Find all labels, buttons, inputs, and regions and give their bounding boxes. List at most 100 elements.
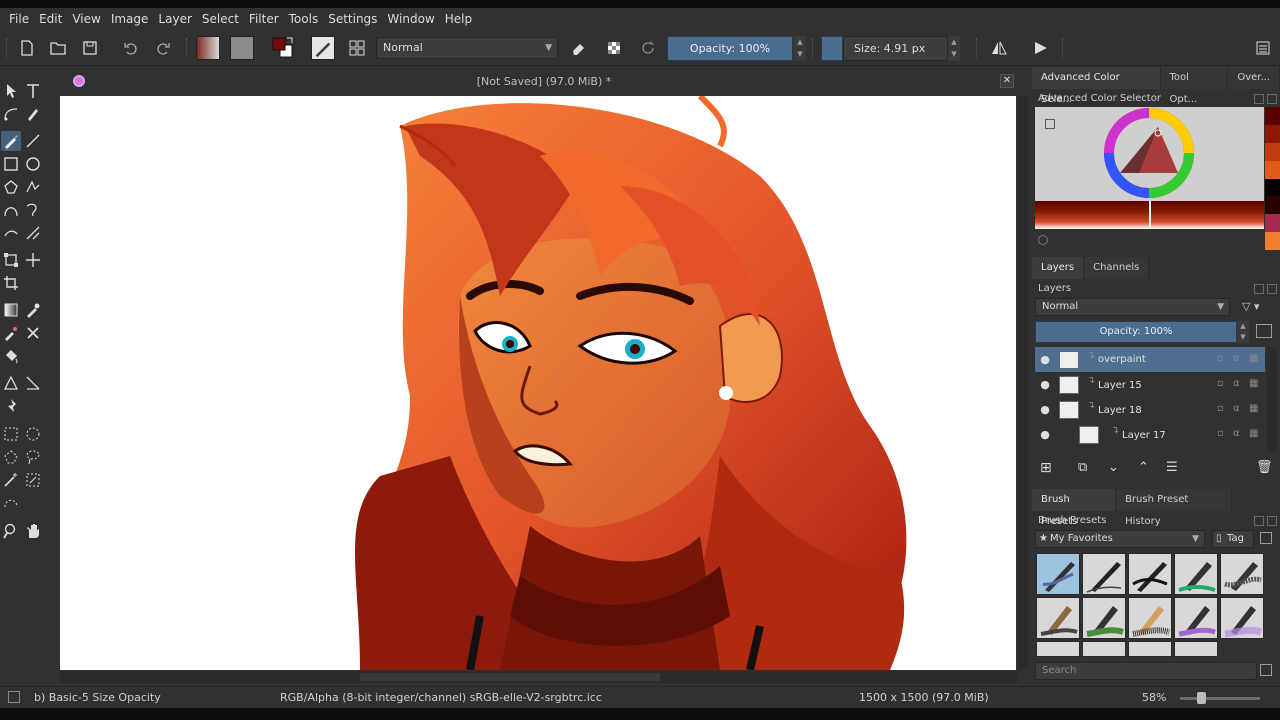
inherit-alpha-icon[interactable]: ▦ xyxy=(1249,378,1258,389)
layer-blend-mode-select[interactable]: Normal ▼ xyxy=(1035,298,1230,316)
menu-edit[interactable]: Edit xyxy=(34,8,67,30)
tab-advanced-color-selector[interactable]: Advanced Color Sele... xyxy=(1032,67,1161,105)
smart-patch-tool[interactable] xyxy=(23,323,43,343)
alpha-icon[interactable]: α xyxy=(1233,378,1240,389)
tab-layers[interactable]: Layers xyxy=(1032,257,1085,279)
rectangular-selection-tool[interactable] xyxy=(1,424,21,444)
similar-selection-tool[interactable] xyxy=(23,470,43,490)
drawing-canvas[interactable] xyxy=(60,96,1016,670)
crop-tool[interactable] xyxy=(1,273,21,293)
freehand-selection-tool[interactable] xyxy=(23,447,43,467)
delete-layer-button[interactable]: 🗑 xyxy=(1256,460,1273,475)
close-document-button[interactable]: ✕ xyxy=(1000,74,1014,88)
layer-properties-button[interactable]: ☰ xyxy=(1166,460,1178,475)
brush-tag-select[interactable]: ★ My Favorites ▼ xyxy=(1035,530,1205,548)
brush-search-input[interactable]: Search xyxy=(1035,662,1257,680)
swatch[interactable] xyxy=(1265,214,1280,233)
opacity-spinner[interactable]: ▲ ▼ xyxy=(794,36,806,61)
eraser-mode-button[interactable] xyxy=(568,36,590,60)
tab-brush-preset-history[interactable]: Brush Preset History xyxy=(1116,489,1232,527)
zoom-tool[interactable] xyxy=(1,521,21,541)
add-layer-button[interactable]: ⊞ xyxy=(1040,460,1052,476)
reference-images-tool[interactable] xyxy=(1,396,21,416)
edit-shapes-tool[interactable] xyxy=(1,104,21,124)
inherit-alpha-icon[interactable]: ▦ xyxy=(1249,403,1258,414)
eye-icon[interactable]: ● xyxy=(1035,353,1055,366)
brush-preset-thumb[interactable] xyxy=(1220,597,1264,639)
eye-icon[interactable]: ● xyxy=(1035,378,1055,391)
zoom-slider-track[interactable] xyxy=(1180,697,1260,700)
brush-preset-thumb[interactable] xyxy=(1174,641,1218,657)
canvas-horizontal-scrollbar[interactable] xyxy=(60,671,1018,683)
brush-settings-button[interactable] xyxy=(346,36,368,60)
calligraphy-tool[interactable] xyxy=(23,104,43,124)
menu-tools[interactable]: Tools xyxy=(284,8,324,30)
polygon-tool[interactable] xyxy=(1,177,21,197)
assistant-tool[interactable] xyxy=(1,373,21,393)
polyline-tool[interactable] xyxy=(23,177,43,197)
swatch[interactable] xyxy=(1265,232,1280,250)
eye-icon[interactable]: ● xyxy=(1035,403,1055,416)
menu-layer[interactable]: Layer xyxy=(153,8,196,30)
brush-preset-thumb[interactable] xyxy=(1174,553,1218,595)
dock-float-button[interactable] xyxy=(1254,94,1264,104)
colorize-mask-tool[interactable] xyxy=(1,323,21,343)
tab-channels[interactable]: Channels xyxy=(1084,257,1150,279)
freehand-brush-tool[interactable] xyxy=(1,131,21,151)
alpha-icon[interactable]: α xyxy=(1233,353,1240,364)
layer-row-layer-17[interactable]: ● ↴ Layer 17 ▫ α ▦ xyxy=(1035,422,1265,447)
inherit-alpha-icon[interactable]: ▦ xyxy=(1249,428,1258,439)
alpha-icon[interactable]: α xyxy=(1233,428,1240,439)
ellipse-tool[interactable] xyxy=(23,154,43,174)
redo-button[interactable] xyxy=(152,36,174,60)
move-layer-up-button[interactable]: ⌃ xyxy=(1138,460,1149,475)
menu-help[interactable]: Help xyxy=(440,8,477,30)
menu-settings[interactable]: Settings xyxy=(323,8,382,30)
brush-preset-thumb[interactable] xyxy=(1082,641,1126,657)
mirror-vertical-button[interactable] xyxy=(1030,36,1052,60)
color-swatches[interactable] xyxy=(1265,107,1280,250)
reload-preset-button[interactable] xyxy=(637,36,659,60)
alpha-icon[interactable]: α xyxy=(1233,403,1240,414)
swatch[interactable] xyxy=(1265,124,1280,143)
polygonal-selection-tool[interactable] xyxy=(1,447,21,467)
text-tool[interactable] xyxy=(23,81,43,101)
layer-options-button[interactable] xyxy=(1256,324,1272,338)
canvas-vertical-scrollbar[interactable] xyxy=(1018,96,1028,670)
pattern-selector[interactable] xyxy=(229,36,255,60)
multibrush-tool[interactable] xyxy=(23,223,43,243)
swatch[interactable] xyxy=(1265,142,1280,161)
menu-file[interactable]: File xyxy=(4,8,34,30)
layers-close-button[interactable] xyxy=(1267,284,1277,294)
zoom-slider-handle[interactable] xyxy=(1197,692,1206,704)
layer-row-layer-15[interactable]: ● ↴ Layer 15 ▫ α ▦ xyxy=(1035,372,1265,397)
move-layer-down-button[interactable]: ⌄ xyxy=(1108,460,1119,475)
layer-opacity-slider[interactable]: Opacity: 100% xyxy=(1035,321,1237,343)
rectangle-tool[interactable] xyxy=(1,154,21,174)
transform-tool[interactable] xyxy=(1,250,21,270)
opacity-slider[interactable]: Opacity: 100% xyxy=(667,36,793,61)
freehand-path-tool[interactable] xyxy=(23,200,43,220)
scrollbar-thumb[interactable] xyxy=(360,673,660,681)
pan-tool[interactable] xyxy=(23,521,43,541)
workspace-button[interactable] xyxy=(1252,36,1274,60)
color-reset-icon[interactable] xyxy=(1038,235,1048,245)
brush-preset-thumb[interactable] xyxy=(1128,641,1172,657)
bezier-selection-tool[interactable] xyxy=(1,493,21,513)
dock-close-button[interactable] xyxy=(1267,94,1277,104)
layer-opacity-spinner[interactable]: ▲ ▼ xyxy=(1237,321,1249,343)
brush-close-button[interactable] xyxy=(1267,516,1277,526)
inherit-alpha-icon[interactable]: ▦ xyxy=(1249,353,1258,364)
brush-search-options-button[interactable] xyxy=(1260,664,1272,676)
gradient-selector[interactable] xyxy=(195,36,221,60)
line-tool[interactable] xyxy=(23,131,43,151)
current-brush-status[interactable]: b) Basic-5 Size Opacity xyxy=(34,691,161,704)
lock-icon[interactable]: ▫ xyxy=(1217,353,1224,364)
layer-row-overpaint[interactable]: ● ↴ overpaint ▫ α ▦ xyxy=(1035,347,1265,372)
fill-tool[interactable] xyxy=(1,346,21,366)
brush-preset-thumb[interactable] xyxy=(1128,553,1172,595)
new-document-button[interactable] xyxy=(16,36,38,60)
swatch[interactable] xyxy=(1265,178,1280,197)
blend-mode-select[interactable]: Normal ▼ xyxy=(376,37,558,59)
layers-float-button[interactable] xyxy=(1254,284,1264,294)
